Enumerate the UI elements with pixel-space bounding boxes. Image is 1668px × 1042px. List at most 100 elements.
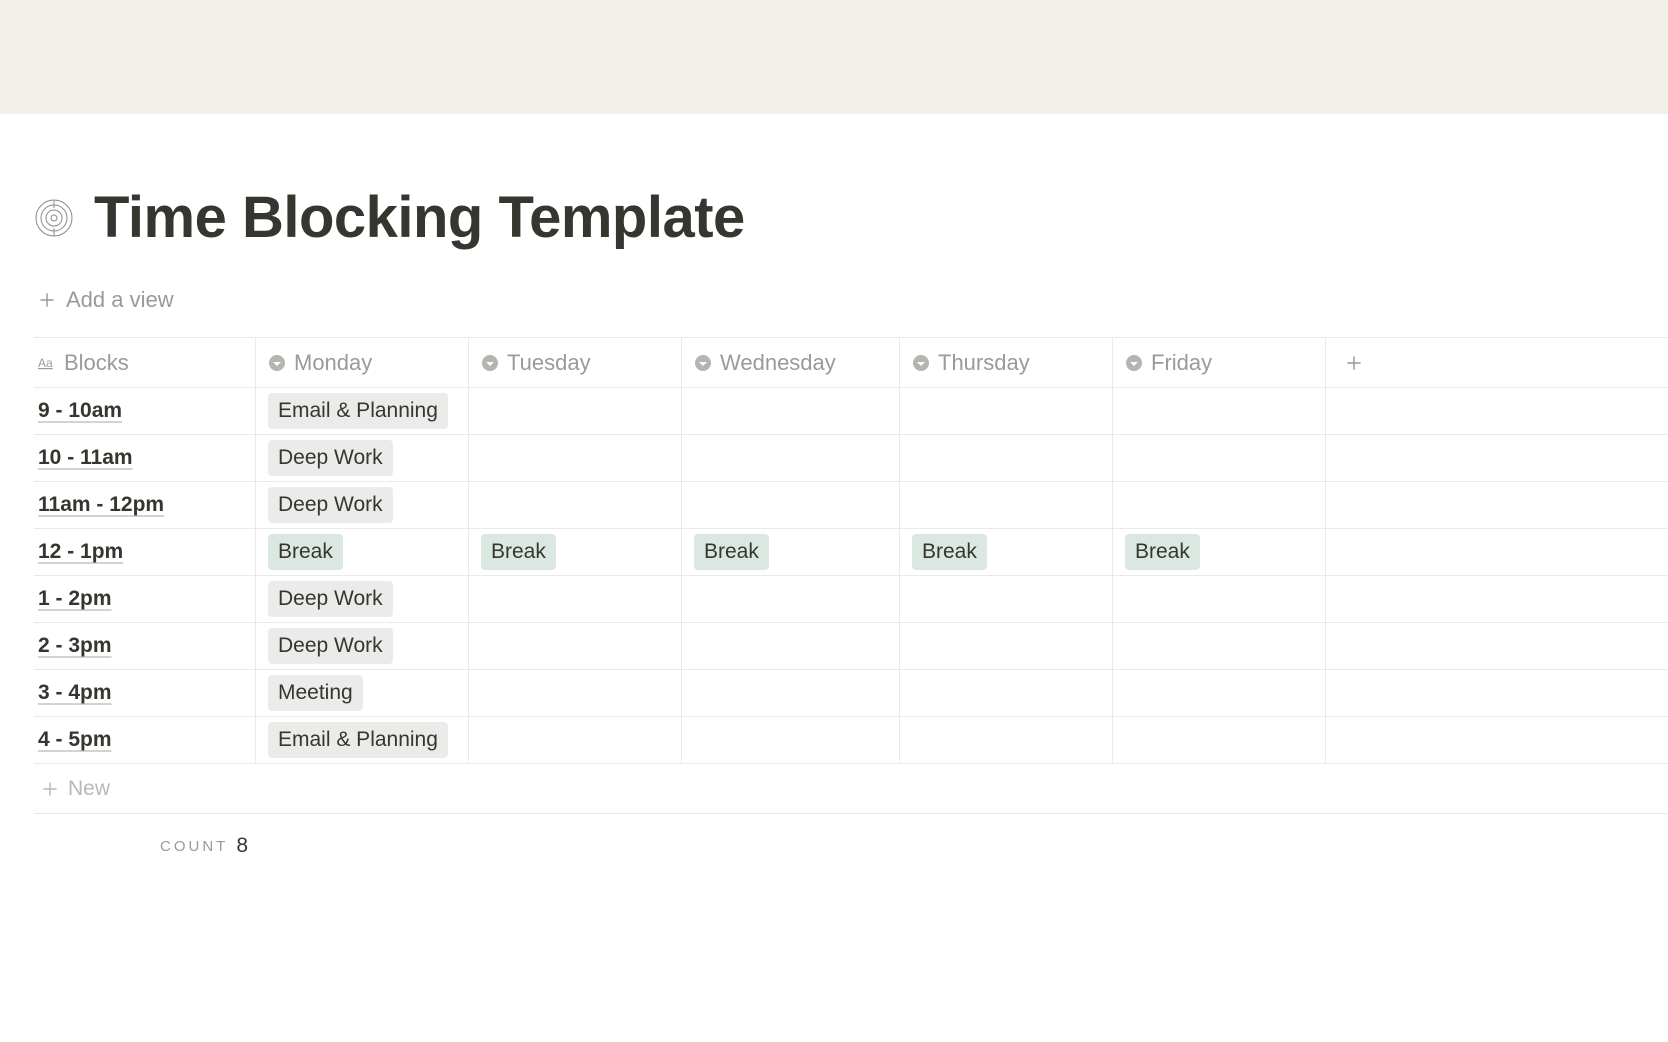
day-cell[interactable] [469,388,682,434]
column-header-tuesday[interactable]: Tuesday [469,338,682,387]
day-cell[interactable] [682,576,900,622]
count-value: 8 [236,834,248,858]
tag: Break [912,534,987,570]
day-cell[interactable] [469,670,682,716]
day-cell[interactable] [469,482,682,528]
day-cell[interactable] [682,482,900,528]
block-label[interactable]: 11am - 12pm [38,493,164,517]
table-row[interactable]: 4 - 5pm Email & Planning [34,717,1668,764]
day-cell[interactable]: Deep Work [256,576,469,622]
column-header-blocks[interactable]: Aa Blocks [34,338,256,387]
table-row[interactable]: 12 - 1pm Break Break Break Break Break [34,529,1668,576]
day-cell[interactable]: Deep Work [256,482,469,528]
text-property-icon: Aa [38,354,56,372]
column-label: Blocks [64,350,129,376]
block-cell[interactable]: 11am - 12pm [34,482,256,528]
block-label[interactable]: 3 - 4pm [38,681,112,705]
column-label: Thursday [938,350,1030,376]
tag: Break [481,534,556,570]
day-cell[interactable]: Break [900,529,1113,575]
column-label: Tuesday [507,350,591,376]
select-property-icon [912,354,930,372]
day-cell[interactable] [682,435,900,481]
select-property-icon [481,354,499,372]
block-cell[interactable]: 9 - 10am [34,388,256,434]
day-cell[interactable] [469,435,682,481]
day-cell[interactable] [469,717,682,763]
day-cell[interactable] [682,623,900,669]
day-cell[interactable]: Email & Planning [256,388,469,434]
tag: Email & Planning [268,722,448,758]
row-trailing-cell [1326,670,1382,716]
table-row[interactable]: 9 - 10am Email & Planning [34,388,1668,435]
day-cell[interactable] [900,576,1113,622]
day-cell[interactable] [682,388,900,434]
day-cell[interactable] [900,670,1113,716]
tag: Break [268,534,343,570]
day-cell[interactable] [1113,670,1326,716]
day-cell[interactable] [469,623,682,669]
table-row[interactable]: 10 - 11am Deep Work [34,435,1668,482]
day-cell[interactable]: Meeting [256,670,469,716]
tag: Email & Planning [268,393,448,429]
day-cell[interactable] [1113,623,1326,669]
select-property-icon [694,354,712,372]
add-view-label: Add a view [66,287,174,313]
day-cell[interactable] [900,623,1113,669]
tag: Deep Work [268,628,393,664]
tag: Break [694,534,769,570]
select-property-icon [1125,354,1143,372]
count-summary[interactable]: COUNT 8 [34,814,1668,858]
day-cell[interactable] [682,717,900,763]
day-cell[interactable]: Break [256,529,469,575]
day-cell[interactable]: Break [1113,529,1326,575]
block-cell[interactable]: 4 - 5pm [34,717,256,763]
day-cell[interactable]: Break [469,529,682,575]
day-cell[interactable] [900,717,1113,763]
block-label[interactable]: 4 - 5pm [38,728,112,752]
add-column-button[interactable] [1326,338,1382,387]
day-cell[interactable] [682,670,900,716]
add-view-button[interactable]: Add a view [38,281,1668,319]
day-cell[interactable] [1113,482,1326,528]
table-row[interactable]: 11am - 12pm Deep Work [34,482,1668,529]
block-cell[interactable]: 10 - 11am [34,435,256,481]
day-cell[interactable]: Deep Work [256,623,469,669]
block-label[interactable]: 1 - 2pm [38,587,112,611]
day-cell[interactable]: Deep Work [256,435,469,481]
block-cell[interactable]: 3 - 4pm [34,670,256,716]
day-cell[interactable] [1113,435,1326,481]
table-row[interactable]: 2 - 3pm Deep Work [34,623,1668,670]
tag: Deep Work [268,487,393,523]
page-title[interactable]: Time Blocking Template [94,184,745,251]
new-row-button[interactable]: New [34,764,1668,814]
day-cell[interactable] [1113,388,1326,434]
day-cell[interactable] [900,482,1113,528]
table-row[interactable]: 3 - 4pm Meeting [34,670,1668,717]
day-cell[interactable] [1113,717,1326,763]
block-cell[interactable]: 12 - 1pm [34,529,256,575]
tag: Meeting [268,675,363,711]
plus-icon [38,291,56,309]
column-header-wednesday[interactable]: Wednesday [682,338,900,387]
column-header-monday[interactable]: Monday [256,338,469,387]
page-icon[interactable] [34,198,74,238]
block-label[interactable]: 2 - 3pm [38,634,112,658]
block-cell[interactable]: 2 - 3pm [34,623,256,669]
block-cell[interactable]: 1 - 2pm [34,576,256,622]
day-cell[interactable] [900,388,1113,434]
day-cell[interactable]: Email & Planning [256,717,469,763]
day-cell[interactable] [900,435,1113,481]
block-label[interactable]: 12 - 1pm [38,540,123,564]
block-label[interactable]: 9 - 10am [38,399,122,423]
day-cell[interactable] [469,576,682,622]
table-row[interactable]: 1 - 2pm Deep Work [34,576,1668,623]
block-label[interactable]: 10 - 11am [38,446,133,470]
column-header-thursday[interactable]: Thursday [900,338,1113,387]
column-label: Friday [1151,350,1212,376]
title-row: Time Blocking Template [34,184,1668,251]
column-header-friday[interactable]: Friday [1113,338,1326,387]
day-cell[interactable] [1113,576,1326,622]
row-trailing-cell [1326,435,1382,481]
day-cell[interactable]: Break [682,529,900,575]
